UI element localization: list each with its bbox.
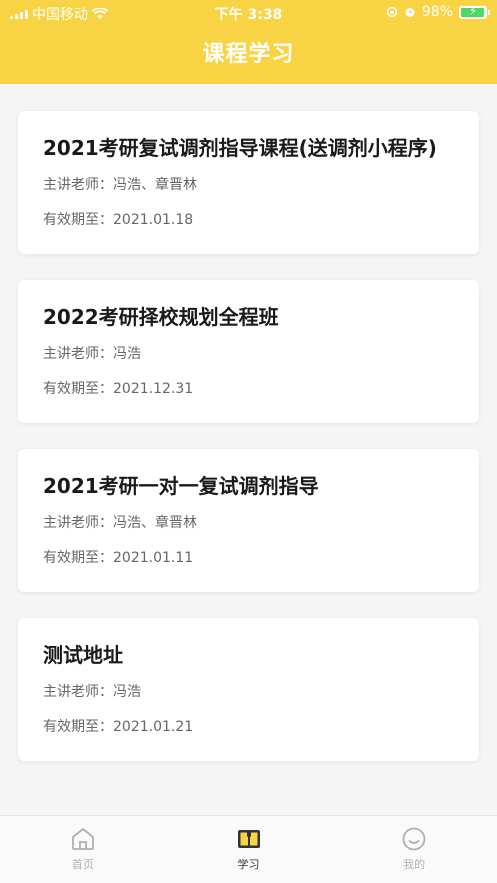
course-title: 2021考研复试调剂指导课程(送调剂小程序) xyxy=(43,136,437,160)
course-expire-date: 有效期至：2021.01.21 xyxy=(43,719,194,735)
course-card[interactable]: 测试地址 主讲老师：冯浩 有效期至：2021.01.21 xyxy=(18,618,479,761)
course-expire-date: 有效期至：2021.01.18 xyxy=(43,212,194,228)
course-title: 2022考研择校规划全程班 xyxy=(43,305,279,329)
course-card[interactable]: 2021考研一对一复试调剂指导 主讲老师：冯浩、章晋林 有效期至：2021.01… xyxy=(18,449,479,592)
course-card[interactable]: 2022考研择校规划全程班 主讲老师：冯浩 有效期至：2021.12.31 xyxy=(18,280,479,423)
status-right: 98% ⚡ xyxy=(386,3,490,20)
tab-mine[interactable]: 我的 xyxy=(331,816,497,883)
home-icon xyxy=(71,828,94,850)
tab-bar: 首页 学习 我的 xyxy=(0,815,497,883)
battery-icon: ⚡ xyxy=(459,3,490,19)
alarm-icon xyxy=(405,8,415,17)
page-title: 课程学习 xyxy=(202,42,295,67)
tab-label: 我的 xyxy=(403,858,426,871)
tab-label: 首页 xyxy=(71,858,94,871)
app-header: 中国移动 下午 3:38 98% ⚡ 课程学习 xyxy=(0,0,497,84)
battery-percent: 98% xyxy=(421,4,453,20)
smiley-icon xyxy=(402,827,426,851)
book-icon xyxy=(237,830,260,848)
course-teacher: 主讲老师：冯浩 xyxy=(43,346,141,362)
course-title: 2021考研一对一复试调剂指导 xyxy=(43,474,319,498)
course-title: 测试地址 xyxy=(43,643,123,667)
course-teacher: 主讲老师：冯浩 xyxy=(43,684,141,700)
tab-home[interactable]: 首页 xyxy=(0,816,166,883)
course-expire-date: 有效期至：2021.01.11 xyxy=(43,550,194,566)
status-bar: 中国移动 下午 3:38 98% ⚡ xyxy=(0,0,497,26)
course-card[interactable]: 2021考研复试调剂指导课程(送调剂小程序) 主讲老师：冯浩、章晋林 有效期至：… xyxy=(18,111,479,254)
charging-bolt-icon: ⚡ xyxy=(469,3,478,18)
tab-study[interactable]: 学习 xyxy=(166,816,332,883)
tab-label: 学习 xyxy=(237,858,260,871)
course-teacher: 主讲老师：冯浩、章晋林 xyxy=(43,515,197,531)
orientation-lock-icon xyxy=(386,6,398,18)
course-teacher: 主讲老师：冯浩、章晋林 xyxy=(43,177,197,193)
course-expire-date: 有效期至：2021.12.31 xyxy=(43,381,194,397)
